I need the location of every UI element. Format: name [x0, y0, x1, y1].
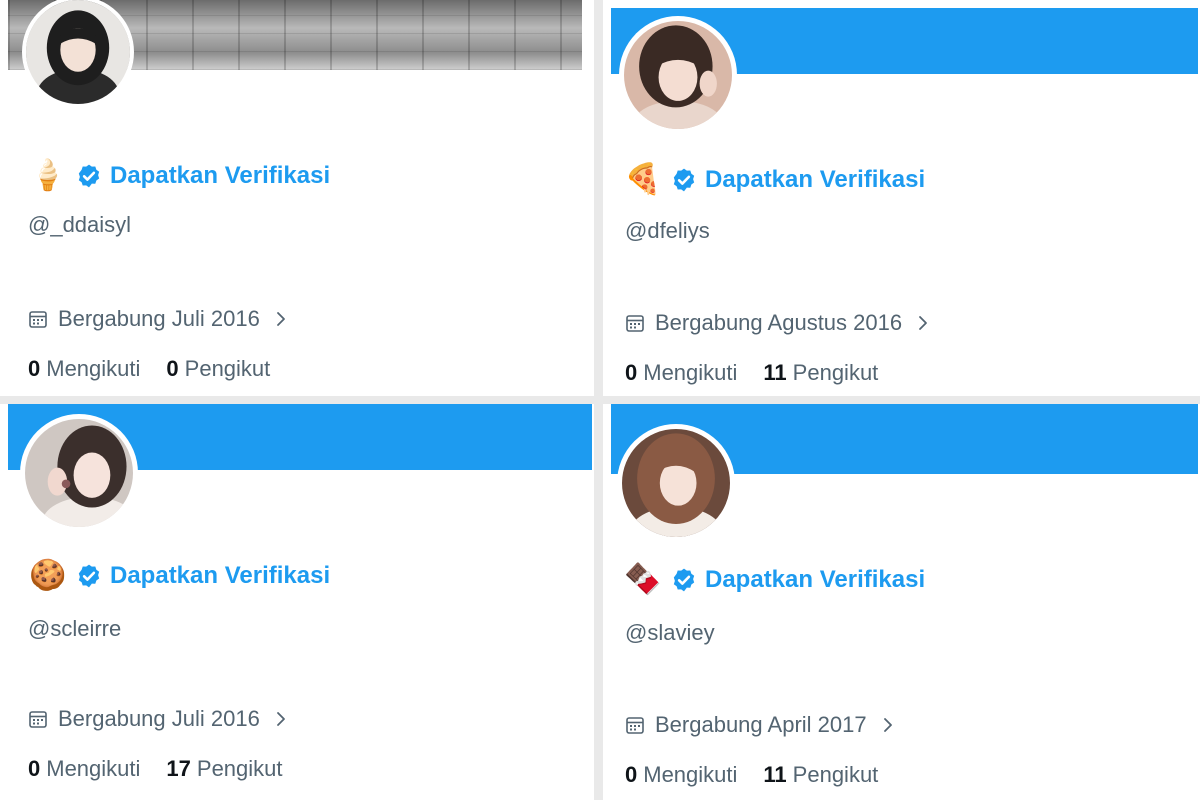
- followers-link[interactable]: 17 Pengikut: [166, 756, 282, 782]
- joined-date-row[interactable]: Bergabung Juli 2016: [28, 306, 288, 332]
- joined-date-text: Bergabung Juli 2016: [58, 306, 260, 331]
- follow-stats: 0 Mengikuti 0 Pengikut: [28, 356, 270, 382]
- profile-card: 🍕 Dapatkan Verifikasi @dfeliys Bergabung…: [603, 0, 1200, 396]
- followers-count: 0: [166, 356, 179, 381]
- following-label: Mengikuti: [643, 360, 738, 385]
- joined-date-text: Bergabung Agustus 2016: [655, 310, 903, 335]
- username-handle: @scleirre: [28, 616, 122, 641]
- followers-link[interactable]: 0 Pengikut: [166, 356, 270, 382]
- joined-date-text: Bergabung April 2017: [655, 712, 867, 737]
- follow-stats: 0 Mengikuti 11 Pengikut: [625, 762, 878, 788]
- display-name-emoji: 🍫: [624, 562, 662, 597]
- verified-badge-icon[interactable]: [671, 567, 697, 593]
- get-verified-link[interactable]: Dapatkan Verifikasi: [110, 162, 330, 190]
- calendar-icon: [29, 311, 47, 328]
- avatar[interactable]: [619, 16, 737, 134]
- followers-count: 11: [763, 360, 787, 385]
- profile-name-row: 🍦 Dapatkan Verifikasi: [28, 154, 330, 198]
- follow-stats: 0 Mengikuti 17 Pengikut: [28, 756, 283, 782]
- chevron-right-icon: [919, 316, 927, 330]
- get-verified-link[interactable]: Dapatkan Verifikasi: [110, 562, 330, 590]
- profile-card: 🍪 Dapatkan Verifikasi @scleirre Bergabun…: [0, 404, 594, 800]
- profile-name-row: 🍪 Dapatkan Verifikasi: [28, 554, 330, 598]
- profile-card: 🍫 Dapatkan Verifikasi @slaviey Bergabung…: [603, 404, 1200, 800]
- username-handle: @dfeliys: [625, 218, 710, 243]
- username-handle: @_ddaisyl: [28, 212, 132, 237]
- following-label: Mengikuti: [46, 756, 141, 781]
- joined-date-row[interactable]: Bergabung Juli 2016: [28, 706, 288, 732]
- verified-badge-icon[interactable]: [76, 563, 102, 589]
- profile-name-row: 🍕 Dapatkan Verifikasi: [623, 158, 925, 202]
- following-link[interactable]: 0 Mengikuti: [28, 756, 140, 782]
- chevron-right-icon: [883, 718, 892, 732]
- following-label: Mengikuti: [643, 762, 738, 787]
- get-verified-link[interactable]: Dapatkan Verifikasi: [705, 166, 925, 194]
- calendar-icon: [626, 717, 644, 734]
- chevron-right-icon: [276, 312, 285, 326]
- avatar[interactable]: [20, 414, 138, 532]
- get-verified-link[interactable]: Dapatkan Verifikasi: [705, 566, 925, 594]
- following-label: Mengikuti: [46, 356, 141, 381]
- followers-count: 17: [166, 756, 191, 781]
- followers-label: Pengikut: [792, 762, 879, 787]
- followers-link[interactable]: 11 Pengikut: [763, 360, 878, 386]
- following-count: 0: [28, 756, 41, 781]
- verified-badge-icon[interactable]: [671, 167, 697, 193]
- followers-label: Pengikut: [184, 356, 271, 381]
- followers-label: Pengikut: [196, 756, 283, 781]
- chevron-right-icon: [276, 712, 285, 726]
- following-count: 0: [625, 762, 638, 787]
- following-link[interactable]: 0 Mengikuti: [625, 762, 737, 788]
- avatar[interactable]: [617, 424, 735, 542]
- profile-card: 🍦 Dapatkan Verifikasi @_ddaisyl Bergabun…: [0, 0, 594, 396]
- following-count: 0: [625, 360, 638, 385]
- verified-badge-icon[interactable]: [76, 163, 102, 189]
- joined-date-row[interactable]: Bergabung Agustus 2016: [625, 310, 930, 336]
- joined-date-text: Bergabung Juli 2016: [58, 706, 260, 731]
- followers-label: Pengikut: [792, 360, 879, 385]
- calendar-icon: [29, 711, 47, 728]
- display-name-emoji: 🍪: [29, 558, 67, 593]
- profile-collage: 🍦 Dapatkan Verifikasi @_ddaisyl Bergabun…: [0, 0, 1200, 800]
- followers-count: 11: [763, 762, 787, 787]
- display-name-emoji: 🍕: [624, 162, 662, 197]
- follow-stats: 0 Mengikuti 11 Pengikut: [625, 360, 878, 386]
- followers-link[interactable]: 11 Pengikut: [763, 762, 878, 788]
- display-name-emoji: 🍦: [29, 158, 67, 193]
- username-handle: @slaviey: [625, 620, 715, 645]
- following-link[interactable]: 0 Mengikuti: [625, 360, 737, 386]
- profile-name-row: 🍫 Dapatkan Verifikasi: [623, 558, 925, 602]
- calendar-icon: [626, 315, 644, 332]
- following-link[interactable]: 0 Mengikuti: [28, 356, 140, 382]
- avatar[interactable]: [22, 0, 134, 108]
- joined-date-row[interactable]: Bergabung April 2017: [625, 712, 895, 738]
- following-count: 0: [28, 356, 41, 381]
